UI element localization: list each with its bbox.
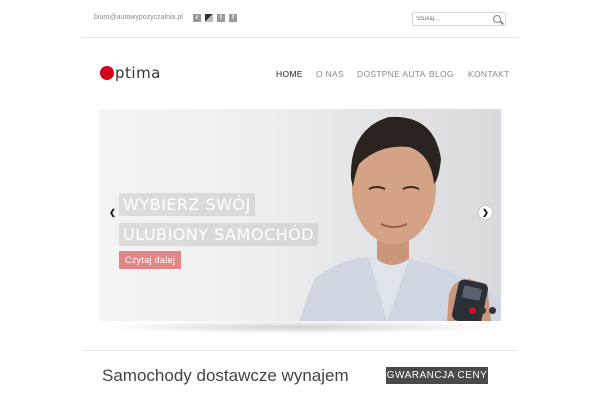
slider-prev-icon[interactable]: ❮ — [106, 206, 119, 219]
social-links: r t f — [193, 14, 237, 22]
slider-dot-1[interactable] — [469, 307, 476, 314]
slide-image-man-with-phone — [299, 116, 501, 321]
nav-item-o-nas[interactable]: O NAS — [316, 69, 344, 79]
delicious-icon[interactable] — [205, 14, 213, 22]
slider-dot-3[interactable] — [489, 307, 496, 314]
content-divider — [82, 350, 518, 351]
slider-shadow — [104, 320, 496, 334]
nav-item-dostepne-auta[interactable]: DOSTPNE AUTA — [357, 69, 426, 79]
section-title: Samochody dostawcze wynajem — [102, 366, 349, 385]
hero-slider: WYBIERZ SWÓJ ULUBIONY SAMOCHÓD Czytaj da… — [99, 109, 501, 321]
main-nav: HOME O NAS DOSTPNE AUTA BLOG KONTAKT — [0, 69, 600, 81]
header-divider — [82, 37, 518, 38]
search-box — [412, 12, 506, 26]
slide-caption-line1: WYBIERZ SWÓJ — [119, 193, 255, 216]
twitter-icon[interactable]: t — [217, 14, 225, 22]
rss-icon[interactable]: r — [193, 14, 201, 22]
facebook-icon[interactable]: f — [229, 14, 237, 22]
price-guarantee-badge[interactable]: GWARANCJA CENY — [386, 367, 488, 384]
nav-item-home[interactable]: HOME — [276, 69, 303, 79]
nav-item-blog[interactable]: BLOG — [429, 69, 454, 79]
search-input[interactable] — [416, 14, 486, 23]
read-more-button[interactable]: Czytaj dalej — [119, 251, 182, 269]
slider-next-icon[interactable]: ❯ — [479, 206, 492, 219]
search-icon[interactable] — [493, 15, 501, 23]
top-bar: biuro@autowypozyczalnia.pl r t f — [0, 0, 600, 38]
contact-email[interactable]: biuro@autowypozyczalnia.pl — [94, 14, 183, 21]
slider-pagination — [469, 307, 496, 314]
nav-item-kontakt[interactable]: KONTAKT — [468, 69, 510, 79]
slider-dot-2[interactable] — [479, 307, 486, 314]
slide-caption-line2: ULUBIONY SAMOCHÓD — [119, 223, 319, 246]
